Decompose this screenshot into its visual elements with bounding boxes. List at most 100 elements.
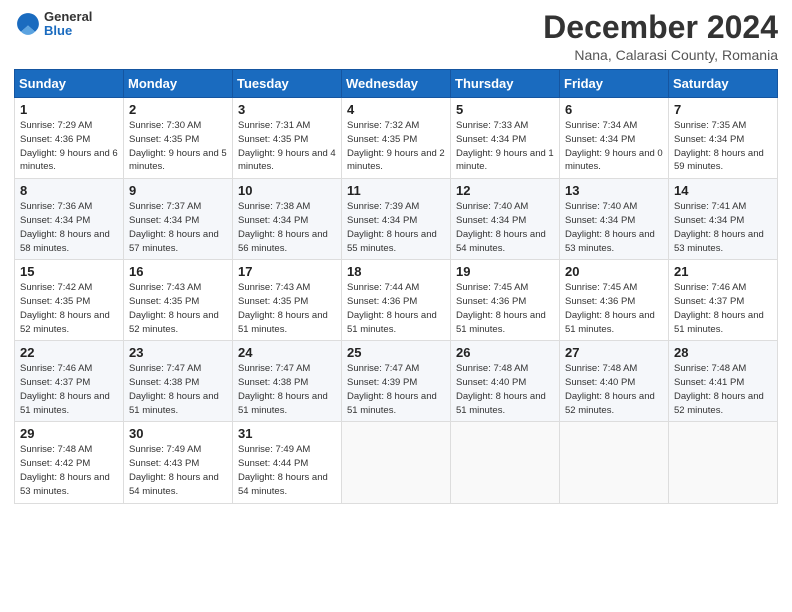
sunset: Sunset: 4:36 PM bbox=[456, 296, 526, 307]
sunrise: Sunrise: 7:48 AM bbox=[456, 363, 528, 374]
sunset: Sunset: 4:35 PM bbox=[129, 296, 199, 307]
daylight: Daylight: 8 hours and 51 minutes. bbox=[456, 391, 546, 416]
sunrise: Sunrise: 7:47 AM bbox=[129, 363, 201, 374]
month-title: December 2024 bbox=[543, 10, 778, 45]
calendar-cell: 7Sunrise: 7:35 AMSunset: 4:34 PMDaylight… bbox=[669, 98, 778, 179]
calendar-table: SundayMondayTuesdayWednesdayThursdayFrid… bbox=[14, 69, 778, 503]
day-info: Sunrise: 7:49 AMSunset: 4:43 PMDaylight:… bbox=[129, 443, 227, 498]
day-number: 14 bbox=[674, 183, 772, 198]
col-header-tuesday: Tuesday bbox=[233, 70, 342, 98]
day-info: Sunrise: 7:43 AMSunset: 4:35 PMDaylight:… bbox=[238, 281, 336, 336]
daylight: Daylight: 8 hours and 53 minutes. bbox=[565, 229, 655, 254]
calendar-week-row: 1Sunrise: 7:29 AMSunset: 4:36 PMDaylight… bbox=[15, 98, 778, 179]
daylight: Daylight: 9 hours and 4 minutes. bbox=[238, 148, 336, 173]
calendar-header-row: SundayMondayTuesdayWednesdayThursdayFrid… bbox=[15, 70, 778, 98]
sunset: Sunset: 4:37 PM bbox=[20, 377, 90, 388]
daylight: Daylight: 9 hours and 1 minute. bbox=[456, 148, 554, 173]
daylight: Daylight: 9 hours and 0 minutes. bbox=[565, 148, 663, 173]
sunset: Sunset: 4:41 PM bbox=[674, 377, 744, 388]
sunset: Sunset: 4:35 PM bbox=[238, 134, 308, 145]
sunset: Sunset: 4:34 PM bbox=[456, 134, 526, 145]
day-info: Sunrise: 7:39 AMSunset: 4:34 PMDaylight:… bbox=[347, 200, 445, 255]
title-block: December 2024 Nana, Calarasi County, Rom… bbox=[543, 10, 778, 63]
day-info: Sunrise: 7:47 AMSunset: 4:38 PMDaylight:… bbox=[238, 362, 336, 417]
sunset: Sunset: 4:37 PM bbox=[674, 296, 744, 307]
sunset: Sunset: 4:34 PM bbox=[238, 215, 308, 226]
logo: General Blue bbox=[14, 10, 92, 39]
daylight: Daylight: 8 hours and 53 minutes. bbox=[20, 472, 110, 497]
sunset: Sunset: 4:39 PM bbox=[347, 377, 417, 388]
calendar-cell: 18Sunrise: 7:44 AMSunset: 4:36 PMDayligh… bbox=[342, 260, 451, 341]
sunset: Sunset: 4:35 PM bbox=[20, 296, 90, 307]
calendar-cell: 13 Sunrise: 7:40 AMSunset: 4:34 PMDayligh… bbox=[560, 179, 669, 260]
calendar-cell: 11 Sunrise: 7:39 AMSunset: 4:34 PMDayligh… bbox=[342, 179, 451, 260]
day-number: 23 bbox=[129, 345, 227, 360]
page: General Blue December 2024 Nana, Calaras… bbox=[0, 0, 792, 612]
sunrise: Sunrise: 7:49 AM bbox=[238, 444, 310, 455]
day-number: 29 bbox=[20, 426, 118, 441]
sunrise: Sunrise: 7:48 AM bbox=[565, 363, 637, 374]
col-header-sunday: Sunday bbox=[15, 70, 124, 98]
sunset: Sunset: 4:40 PM bbox=[456, 377, 526, 388]
day-number: 31 bbox=[238, 426, 336, 441]
day-info: Sunrise: 7:49 AMSunset: 4:44 PMDaylight:… bbox=[238, 443, 336, 498]
logo-text: General Blue bbox=[44, 10, 92, 39]
day-number: 13 bbox=[565, 183, 663, 198]
day-number: 8 bbox=[20, 183, 118, 198]
day-info: Sunrise: 7:37 AMSunset: 4:34 PMDaylight:… bbox=[129, 200, 227, 255]
sunrise: Sunrise: 7:39 AM bbox=[347, 201, 419, 212]
location: Nana, Calarasi County, Romania bbox=[543, 47, 778, 63]
day-info: Sunrise: 7:45 AMSunset: 4:36 PMDaylight:… bbox=[565, 281, 663, 336]
day-number: 10 bbox=[238, 183, 336, 198]
calendar-cell: 24Sunrise: 7:47 AMSunset: 4:38 PMDayligh… bbox=[233, 341, 342, 422]
day-info: Sunrise: 7:30 AMSunset: 4:35 PMDaylight:… bbox=[129, 119, 227, 174]
calendar-cell bbox=[451, 422, 560, 503]
day-info: Sunrise: 7:46 AMSunset: 4:37 PMDaylight:… bbox=[20, 362, 118, 417]
col-header-thursday: Thursday bbox=[451, 70, 560, 98]
day-number: 12 bbox=[456, 183, 554, 198]
sunrise: Sunrise: 7:43 AM bbox=[129, 282, 201, 293]
sunrise: Sunrise: 7:36 AM bbox=[20, 201, 92, 212]
day-info: Sunrise: 7:47 AMSunset: 4:38 PMDaylight:… bbox=[129, 362, 227, 417]
calendar-cell: 30Sunrise: 7:49 AMSunset: 4:43 PMDayligh… bbox=[124, 422, 233, 503]
daylight: Daylight: 8 hours and 51 minutes. bbox=[347, 310, 437, 335]
calendar-cell: 21Sunrise: 7:46 AMSunset: 4:37 PMDayligh… bbox=[669, 260, 778, 341]
sunset: Sunset: 4:40 PM bbox=[565, 377, 635, 388]
sunrise: Sunrise: 7:45 AM bbox=[565, 282, 637, 293]
day-info: Sunrise: 7:45 AMSunset: 4:36 PMDaylight:… bbox=[456, 281, 554, 336]
sunset: Sunset: 4:35 PM bbox=[347, 134, 417, 145]
calendar-cell: 5Sunrise: 7:33 AMSunset: 4:34 PMDaylight… bbox=[451, 98, 560, 179]
day-info: Sunrise: 7:46 AMSunset: 4:37 PMDaylight:… bbox=[674, 281, 772, 336]
sunrise: Sunrise: 7:37 AM bbox=[129, 201, 201, 212]
calendar-cell: 31 Sunrise: 7:49 AMSunset: 4:44 PMDayligh… bbox=[233, 422, 342, 503]
sunset: Sunset: 4:34 PM bbox=[674, 215, 744, 226]
header: General Blue December 2024 Nana, Calaras… bbox=[14, 10, 778, 63]
calendar-cell: 4Sunrise: 7:32 AMSunset: 4:35 PMDaylight… bbox=[342, 98, 451, 179]
day-number: 22 bbox=[20, 345, 118, 360]
day-number: 15 bbox=[20, 264, 118, 279]
day-number: 11 bbox=[347, 183, 445, 198]
daylight: Daylight: 8 hours and 52 minutes. bbox=[129, 310, 219, 335]
sunset: Sunset: 4:34 PM bbox=[674, 134, 744, 145]
day-number: 7 bbox=[674, 102, 772, 117]
sunrise: Sunrise: 7:48 AM bbox=[20, 444, 92, 455]
sunset: Sunset: 4:36 PM bbox=[565, 296, 635, 307]
day-info: Sunrise: 7:33 AMSunset: 4:34 PMDaylight:… bbox=[456, 119, 554, 174]
calendar-cell: 19Sunrise: 7:45 AMSunset: 4:36 PMDayligh… bbox=[451, 260, 560, 341]
calendar-cell: 28Sunrise: 7:48 AMSunset: 4:41 PMDayligh… bbox=[669, 341, 778, 422]
day-info: Sunrise: 7:40 AMSunset: 4:34 PMDaylight:… bbox=[565, 200, 663, 255]
calendar-cell: 6Sunrise: 7:34 AMSunset: 4:34 PMDaylight… bbox=[560, 98, 669, 179]
day-info: Sunrise: 7:40 AMSunset: 4:34 PMDaylight:… bbox=[456, 200, 554, 255]
calendar-cell: 3Sunrise: 7:31 AMSunset: 4:35 PMDaylight… bbox=[233, 98, 342, 179]
sunrise: Sunrise: 7:47 AM bbox=[238, 363, 310, 374]
daylight: Daylight: 8 hours and 52 minutes. bbox=[20, 310, 110, 335]
sunrise: Sunrise: 7:49 AM bbox=[129, 444, 201, 455]
calendar-cell: 10Sunrise: 7:38 AMSunset: 4:34 PMDayligh… bbox=[233, 179, 342, 260]
daylight: Daylight: 8 hours and 55 minutes. bbox=[347, 229, 437, 254]
day-number: 18 bbox=[347, 264, 445, 279]
calendar-cell: 12 Sunrise: 7:40 AMSunset: 4:34 PMDayligh… bbox=[451, 179, 560, 260]
day-info: Sunrise: 7:43 AM Sunset: 4:35 PM Daylight:… bbox=[129, 281, 227, 336]
calendar-cell: 2Sunrise: 7:30 AMSunset: 4:35 PMDaylight… bbox=[124, 98, 233, 179]
day-info: Sunrise: 7:31 AMSunset: 4:35 PMDaylight:… bbox=[238, 119, 336, 174]
daylight: Daylight: 9 hours and 6 minutes. bbox=[20, 148, 118, 173]
